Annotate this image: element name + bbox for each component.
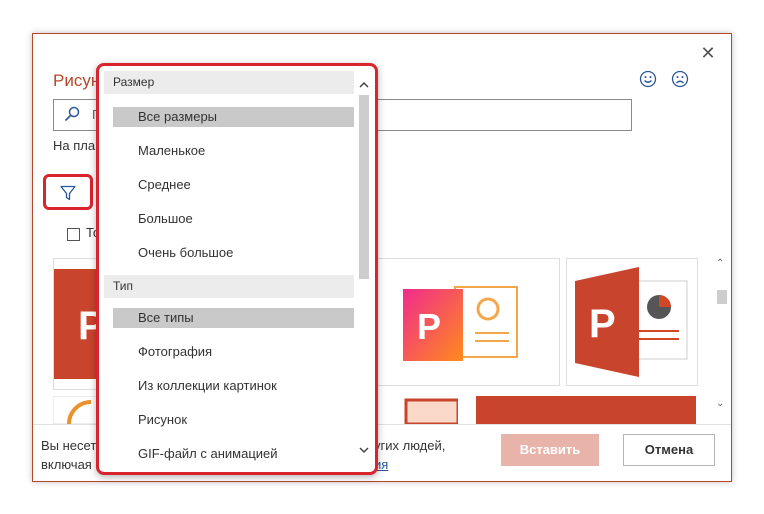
size-option-medium[interactable]: Среднее xyxy=(113,175,354,195)
search-icon xyxy=(64,106,80,122)
type-option-photo[interactable]: Фотография xyxy=(113,342,354,362)
checkbox[interactable] xyxy=(67,228,80,241)
svg-text:P: P xyxy=(417,306,441,347)
chevron-up-icon[interactable]: ⌃ xyxy=(716,258,724,269)
image-tile[interactable] xyxy=(376,396,458,424)
type-section-header: Тип xyxy=(104,275,354,298)
size-section-header: Размер xyxy=(104,71,354,94)
scrollbar-thumb[interactable] xyxy=(359,95,369,279)
size-option-large[interactable]: Большое xyxy=(113,209,354,229)
size-option-small[interactable]: Маленькое xyxy=(113,141,354,161)
chevron-down-icon[interactable] xyxy=(358,445,370,455)
chevron-down-icon[interactable]: ⌄ xyxy=(716,398,724,409)
image-thumbnail xyxy=(376,396,458,424)
type-option-all[interactable]: Все типы xyxy=(113,308,354,328)
image-tile[interactable]: P xyxy=(566,258,698,386)
chevron-up-icon[interactable] xyxy=(358,80,370,90)
scrollbar-thumb[interactable] xyxy=(717,290,727,304)
image-tile[interactable]: P xyxy=(376,258,560,386)
close-icon[interactable]: ✕ xyxy=(697,42,719,64)
subtitle: На пла xyxy=(53,138,96,153)
smile-icon[interactable] xyxy=(639,70,657,88)
footer-notice: Вы несет включая xyxy=(41,438,97,472)
powerpoint-icon: P xyxy=(403,286,518,361)
size-option-all[interactable]: Все размеры xyxy=(113,107,354,127)
filter-dropdown: Размер Все размеры Маленькое Среднее Бол… xyxy=(96,63,378,475)
type-option-drawing[interactable]: Рисунок xyxy=(113,410,354,430)
svg-text:P: P xyxy=(589,302,616,346)
insert-button[interactable]: Вставить xyxy=(501,434,599,466)
frown-icon[interactable] xyxy=(671,70,689,88)
dropdown-scrollbar[interactable] xyxy=(357,80,371,463)
filter-button[interactable] xyxy=(43,174,93,210)
powerpoint-icon: P xyxy=(575,267,688,377)
type-option-gif[interactable]: GIF-файл с анимацией xyxy=(113,444,354,464)
type-option-clipart[interactable]: Из коллекции картинок xyxy=(113,376,354,396)
filter-icon xyxy=(60,185,76,201)
image-tile[interactable] xyxy=(476,396,696,424)
gallery-scrollbar[interactable]: ⌃ ⌄ xyxy=(714,256,730,416)
dialog-title: Рисун xyxy=(53,71,101,90)
footer-notice-right: угих людей, ия xyxy=(374,438,446,472)
size-option-extra-large[interactable]: Очень большое xyxy=(113,243,354,263)
cancel-button[interactable]: Отмена xyxy=(623,434,715,466)
